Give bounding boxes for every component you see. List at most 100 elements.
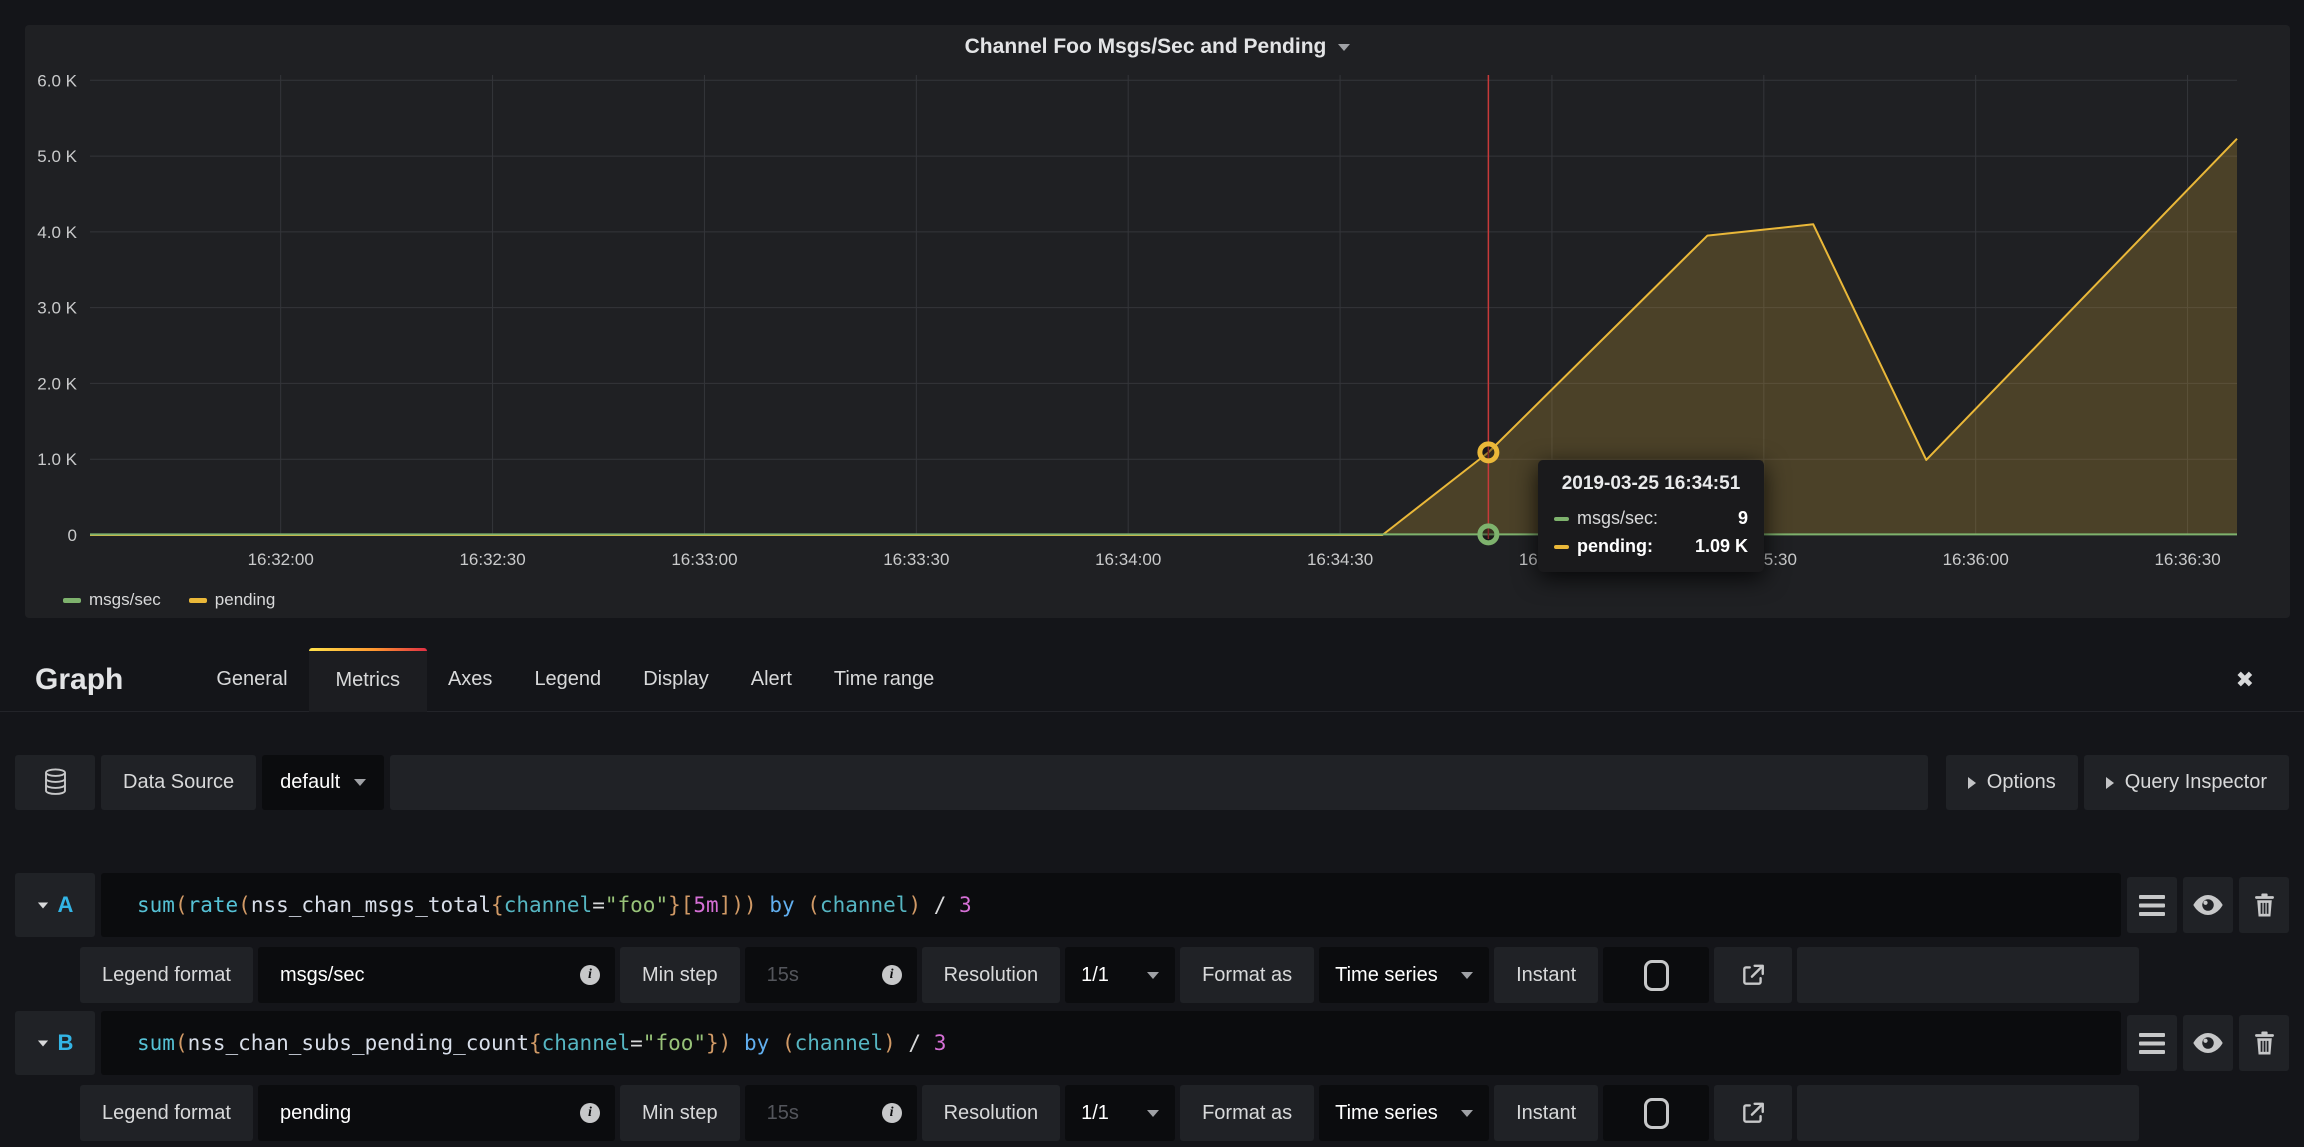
- svg-text:5.0 K: 5.0 K: [37, 147, 77, 166]
- share-external-link-icon: [1740, 1100, 1766, 1126]
- format-as-value: Time series: [1335, 1102, 1438, 1125]
- svg-text:4.0 K: 4.0 K: [37, 223, 77, 242]
- svg-text:2.0 K: 2.0 K: [37, 374, 77, 393]
- chevron-down-icon: [1461, 972, 1473, 979]
- tab-time-range[interactable]: Time range: [813, 653, 955, 706]
- query-b-collapse-toggle[interactable]: B: [15, 1011, 95, 1075]
- instant-checkbox[interactable]: [1644, 1098, 1669, 1129]
- query-a-delete-button[interactable]: [2239, 877, 2289, 933]
- query-token: ): [908, 893, 921, 917]
- resolution-select[interactable]: 1/1: [1065, 947, 1175, 1003]
- editor-tabbar: Graph General Metrics Axes Legend Displa…: [0, 648, 2304, 712]
- query-a-expression-input[interactable]: sum(rate(nss_chan_msgs_total{channel="fo…: [101, 873, 2121, 937]
- tooltip-series-label: pending:: [1577, 536, 1653, 557]
- eye-icon: [2193, 1033, 2223, 1053]
- resolution-value: 1/1: [1081, 1102, 1109, 1125]
- grafana-panel-editor: { "icons": { "close": "✖", "info": "i" }…: [0, 25, 2304, 1147]
- datasource-row-filler: [390, 755, 1928, 810]
- tab-general[interactable]: General: [195, 653, 308, 706]
- resolution-select[interactable]: 1/1: [1065, 1085, 1175, 1141]
- tab-axes[interactable]: Axes: [427, 653, 513, 706]
- chart-tooltip: 2019-03-25 16:34:51 msgs/sec: 9 pending:…: [1538, 460, 1764, 572]
- eye-icon: [2193, 895, 2223, 915]
- tab-alert[interactable]: Alert: [730, 653, 813, 706]
- chevron-down-icon: [1147, 972, 1159, 979]
- query-token: =: [630, 1031, 643, 1055]
- query-inspector-button[interactable]: Query Inspector: [2084, 755, 2289, 810]
- query-b-delete-button[interactable]: [2239, 1015, 2289, 1071]
- instant-checkbox-cell: [1603, 947, 1709, 1003]
- legend-series-label: msgs/sec: [89, 590, 161, 610]
- query-token: 5m: [693, 893, 718, 917]
- trash-icon: [2252, 1031, 2277, 1056]
- legend-format-input[interactable]: [258, 1102, 615, 1125]
- options-row-filler: [1797, 1085, 2139, 1141]
- options-button-label: Options: [1987, 771, 2056, 794]
- chevron-down-icon: [1147, 1110, 1159, 1117]
- legend-format-input[interactable]: [258, 964, 615, 987]
- tooltip-row-msgs-sec: msgs/sec: 9: [1554, 508, 1748, 529]
- query-token: ): [883, 1031, 896, 1055]
- query-b-share-button[interactable]: [1714, 1085, 1792, 1141]
- query-token: )): [731, 893, 756, 917]
- caret-right-icon: [1968, 777, 1976, 789]
- query-token: channel: [820, 893, 909, 917]
- legend-format-label: Legend format: [80, 947, 253, 1003]
- info-icon: i: [882, 1103, 902, 1123]
- query-token: =: [592, 893, 605, 917]
- query-token: channel: [542, 1031, 631, 1055]
- datasource-select[interactable]: default: [262, 755, 384, 810]
- legend-format-label: Legend format: [80, 1085, 253, 1141]
- query-token: sum: [137, 893, 175, 917]
- query-token: by: [769, 893, 794, 917]
- legend-item-pending[interactable]: pending: [189, 590, 276, 610]
- query-b-expression-input[interactable]: sum(nss_chan_subs_pending_count{channel=…: [101, 1011, 2121, 1075]
- svg-text:16:33:00: 16:33:00: [671, 550, 737, 569]
- panel-title: Channel Foo Msgs/Sec and Pending: [965, 35, 1327, 59]
- query-a-menu-button[interactable]: [2127, 877, 2177, 933]
- query-token: (: [782, 1031, 795, 1055]
- instant-checkbox[interactable]: [1644, 960, 1669, 991]
- tab-metrics[interactable]: Metrics: [309, 648, 427, 712]
- query-a-toggle-visibility-button[interactable]: [2183, 877, 2233, 933]
- query-token: (: [238, 893, 251, 917]
- query-token: (: [175, 893, 188, 917]
- graph-canvas[interactable]: 6.0 K5.0 K4.0 K3.0 K2.0 K1.0 K016:32:001…: [25, 25, 2290, 618]
- svg-text:16:36:30: 16:36:30: [2154, 550, 2220, 569]
- series-color-dash: [1554, 545, 1569, 549]
- close-icon[interactable]: ✖: [2236, 669, 2254, 691]
- svg-text:1.0 K: 1.0 K: [37, 450, 77, 469]
- chart-legend: msgs/sec pending: [63, 590, 275, 610]
- format-as-select[interactable]: Time series: [1319, 1085, 1489, 1141]
- tooltip-row-pending: pending: 1.09 K: [1554, 536, 1748, 557]
- series-color-dash: [1554, 517, 1569, 521]
- query-token: /: [896, 1031, 934, 1055]
- resolution-value: 1/1: [1081, 964, 1109, 987]
- options-button[interactable]: Options: [1946, 755, 2078, 810]
- info-icon: i: [882, 965, 902, 985]
- panel-title-dropdown[interactable]: Channel Foo Msgs/Sec and Pending: [25, 35, 2290, 59]
- legend-item-msgs-sec[interactable]: msgs/sec: [63, 590, 161, 610]
- format-as-select[interactable]: Time series: [1319, 947, 1489, 1003]
- query-b-menu-button[interactable]: [2127, 1015, 2177, 1071]
- chevron-down-icon: [37, 902, 47, 908]
- info-icon: i: [580, 1103, 600, 1123]
- format-as-label: Format as: [1180, 1085, 1314, 1141]
- editor-heading: Graph: [35, 663, 123, 697]
- query-token: by: [744, 1031, 769, 1055]
- query-token: "foo": [643, 1031, 706, 1055]
- query-token: [795, 893, 808, 917]
- format-as-label: Format as: [1180, 947, 1314, 1003]
- query-b-toggle-visibility-button[interactable]: [2183, 1015, 2233, 1071]
- query-a-share-button[interactable]: [1714, 947, 1792, 1003]
- min-step-input-cell: i: [745, 1085, 917, 1141]
- query-token: rate: [188, 893, 239, 917]
- format-as-value: Time series: [1335, 964, 1438, 987]
- min-step-label: Min step: [620, 1085, 740, 1141]
- query-a-collapse-toggle[interactable]: A: [15, 873, 95, 937]
- tab-legend[interactable]: Legend: [513, 653, 622, 706]
- options-row-filler: [1797, 947, 2139, 1003]
- hamburger-menu-icon: [2139, 895, 2165, 916]
- tab-display[interactable]: Display: [622, 653, 730, 706]
- query-token: [731, 1031, 744, 1055]
